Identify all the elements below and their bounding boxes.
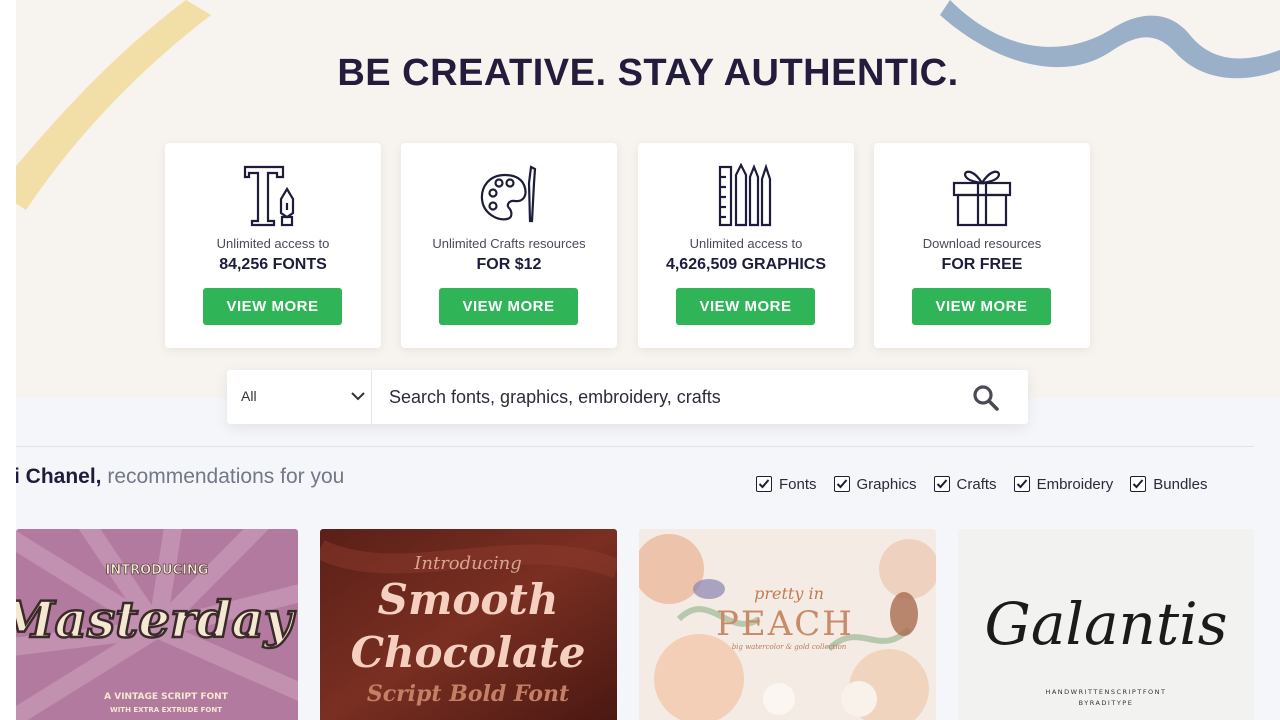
checkbox-checked-icon[interactable] [1130, 476, 1147, 492]
product-card-pretty-in-peach[interactable]: pretty in PEACH big watercolor & gold co… [639, 529, 936, 720]
font-pen-icon [243, 165, 295, 227]
product-subtitle: A VINTAGE SCRIPT FONT [104, 692, 229, 702]
section-divider [16, 446, 1254, 447]
product-tagline: INTRODUCING [106, 563, 209, 578]
recommendations-heading: i Chanel, recommendations for you [14, 465, 344, 489]
chevron-down-icon [351, 392, 365, 401]
product-subtitle-2: WITH EXTRA EXTRUDE FONT [110, 706, 222, 714]
product-tagline: HANDWRITTENSCRIPTFONT [1045, 688, 1166, 696]
card-subtitle: Unlimited Crafts resources [432, 236, 586, 251]
user-name: i Chanel, [14, 465, 102, 488]
product-subtitle: BYRADITYPE [1079, 699, 1134, 707]
product-subtitle: Script Bold Font [367, 681, 569, 707]
product-image: Introducing Smooth Chocolate Script Bold… [320, 529, 617, 720]
product-card-masterday[interactable]: INTRODUCING Masterday A VINTAGE SCRIPT F… [16, 529, 298, 720]
filter-crafts[interactable]: Crafts [933, 474, 997, 494]
category-select[interactable]: All [227, 370, 372, 424]
filter-label: Fonts [779, 475, 817, 493]
card-subtitle: Unlimited access to [216, 236, 330, 251]
product-title: Smooth [378, 575, 559, 624]
product-tagline: pretty in [754, 584, 824, 603]
product-card-smooth-chocolate[interactable]: Introducing Smooth Chocolate Script Bold… [320, 529, 617, 720]
product-card-galantis[interactable]: Galantis HANDWRITTENSCRIPTFONT BYRADITYP… [958, 529, 1254, 720]
view-more-free-button[interactable]: VIEW MORE [912, 288, 1051, 325]
filter-checkboxes: Fonts Graphics Crafts Embroidery Bundles [756, 474, 1224, 494]
card-headline: FOR FREE [941, 256, 1023, 273]
filter-label: Embroidery [1036, 475, 1114, 493]
product-title-2: Chocolate [351, 628, 586, 677]
feature-card-crafts: Unlimited Crafts resources FOR $12 VIEW … [401, 143, 617, 348]
product-title: Galantis [984, 590, 1227, 658]
pencils-icon [718, 163, 772, 227]
hero-title: BE CREATIVE. STAY AUTHENTIC. [337, 52, 959, 94]
checkbox-checked-icon[interactable] [933, 476, 950, 492]
product-subtitle: big watercolor & gold collection [732, 643, 847, 651]
product-title: PEACH [716, 604, 854, 644]
product-tagline: Introducing [413, 553, 521, 574]
checkbox-checked-icon[interactable] [1013, 476, 1030, 492]
card-headline: 4,626,509 GRAPHICS [665, 256, 827, 273]
product-image: Galantis HANDWRITTENSCRIPTFONT BYRADITYP… [958, 529, 1254, 720]
category-select-value: All [241, 388, 257, 404]
filter-graphics[interactable]: Graphics [833, 474, 917, 494]
palette-icon [480, 165, 537, 223]
feature-card-fonts: Unlimited access to 84,256 FONTS VIEW MO… [165, 143, 381, 348]
card-subtitle: Unlimited access to [689, 236, 803, 251]
checkbox-checked-icon[interactable] [833, 476, 850, 492]
view-more-fonts-button[interactable]: VIEW MORE [203, 288, 342, 325]
search-input[interactable] [389, 370, 949, 424]
card-headline: 84,256 FONTS [219, 256, 327, 273]
view-more-crafts-button[interactable]: VIEW MORE [439, 288, 578, 325]
filter-label: Graphics [856, 475, 917, 493]
search-icon[interactable] [972, 384, 1000, 412]
filter-bundles[interactable]: Bundles [1130, 474, 1207, 494]
left-edge [0, 0, 16, 720]
filter-fonts[interactable]: Fonts [756, 474, 817, 494]
search-bar: All [227, 370, 1028, 424]
product-image: INTRODUCING Masterday A VINTAGE SCRIPT F… [16, 529, 298, 720]
filter-label: Bundles [1153, 475, 1208, 493]
feature-card-graphics: Unlimited access to 4,626,509 GRAPHICS V… [638, 143, 854, 348]
filter-label: Crafts [956, 475, 997, 493]
checkbox-checked-icon[interactable] [756, 476, 772, 492]
feature-card-free: Download resources FOR FREE VIEW MORE [874, 143, 1090, 348]
card-headline: FOR $12 [476, 256, 542, 273]
gift-icon [952, 170, 1012, 227]
hero-section: BE CREATIVE. STAY AUTHENTIC. Unlimited a… [16, 0, 1280, 398]
card-subtitle: Download resources [922, 236, 1042, 251]
recommendations-text: recommendations for you [101, 465, 345, 488]
view-more-graphics-button[interactable]: VIEW MORE [676, 288, 815, 325]
filter-embroidery[interactable]: Embroidery [1013, 474, 1114, 494]
product-title: Masterday [16, 590, 296, 649]
product-image: pretty in PEACH big watercolor & gold co… [639, 529, 936, 720]
